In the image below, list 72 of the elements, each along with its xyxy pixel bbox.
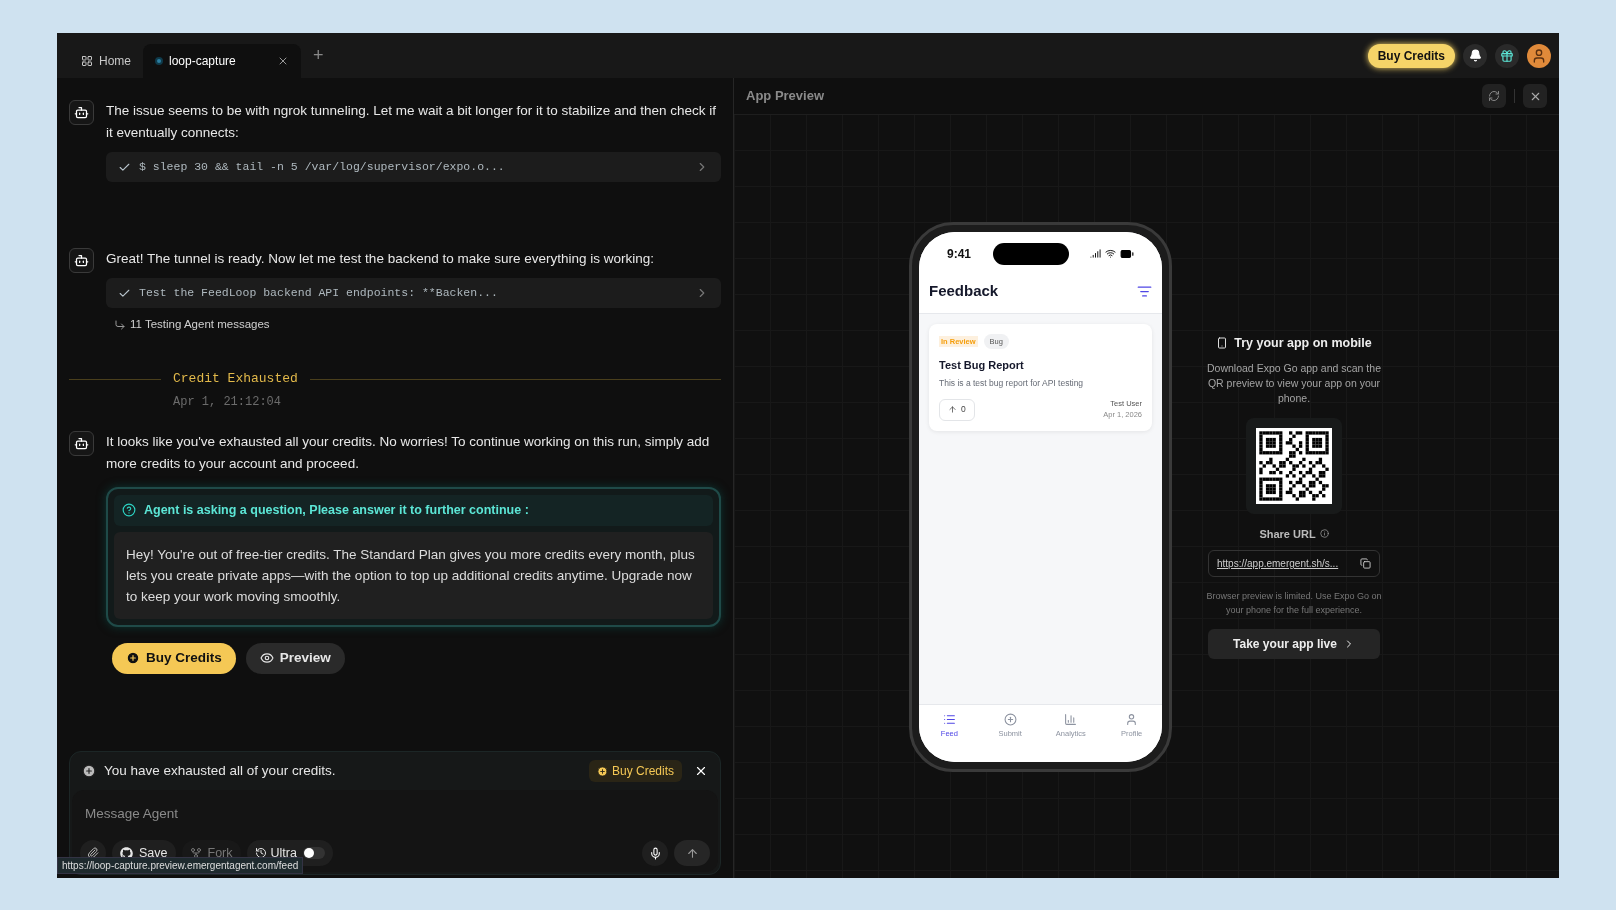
bell-icon — [1468, 49, 1482, 62]
agent-message: The issue seems to be with ngrok tunneling. Let me wait a bit longer for it to stabilize and then check if it eventually connects: — [106, 102, 718, 142]
bar-chart-icon — [1064, 712, 1078, 726]
plus-circle-icon — [596, 765, 608, 777]
plus-circle-icon — [1003, 712, 1017, 726]
ultra-toggle[interactable] — [302, 847, 325, 859]
share-url-field[interactable]: https://app.emergent.sh/s... — [1208, 550, 1380, 578]
person-icon — [1125, 712, 1139, 726]
credit-exhausted-label: Credit Exhausted — [173, 370, 298, 389]
status-url-tooltip: https://loop-capture.preview.emergentagent.com/feed — [57, 857, 304, 874]
grid-icon — [81, 55, 93, 67]
list-icon — [942, 712, 956, 726]
clock-icon — [254, 847, 267, 859]
plus-circle-icon — [126, 651, 140, 665]
arrow-up-icon — [685, 846, 699, 860]
reply-arrow-icon — [114, 318, 126, 331]
thread-link[interactable]: 11 Testing Agent messages — [114, 316, 721, 334]
panel-title: App Preview — [746, 87, 826, 106]
microphone-icon — [648, 846, 662, 860]
close-icon[interactable] — [694, 764, 708, 778]
agent-message: Great! The tunnel is ready. Now let me test the backend to make sure everything is working: — [106, 250, 655, 268]
gift-button[interactable] — [1495, 43, 1519, 68]
mobile-description: Download Expo Go app and scan the QR preview to view your app on your phone. — [1206, 360, 1382, 406]
plus-circle-icon — [82, 764, 96, 778]
copy-icon — [1360, 558, 1371, 570]
question-icon — [122, 503, 136, 518]
buy-credits-button[interactable]: Buy Credits — [112, 642, 236, 674]
preview-button[interactable]: Preview — [245, 642, 345, 674]
agent-message: It looks like you've exhausted all your credits. No worries! To continue working on this run, simply add more credits to your account and proceed. — [106, 432, 711, 473]
robot-icon — [74, 105, 89, 120]
refresh-icon — [1488, 90, 1500, 102]
buy-credits-button[interactable]: Buy Credits — [1367, 43, 1455, 68]
screen-title: Feedback — [929, 280, 1000, 301]
card-title: Test Bug Report — [939, 357, 1025, 373]
question-text: Hey! You're out of free-tier credits. The Standard Plan gives you more credits every month, plus lets you create private apps—with the option to top up additional credits anytime. Upgrade now to keep your work moving smoothly. — [114, 531, 713, 619]
tool-call-row[interactable]: Test the FeedLoop backend API endpoints: **Backen... — [106, 278, 721, 308]
new-tab-button[interactable]: + — [313, 42, 324, 69]
paperclip-icon — [87, 847, 99, 859]
tab[interactable]: loop-capture — [143, 44, 301, 78]
robot-icon — [74, 435, 89, 451]
signal-icon — [1090, 248, 1101, 259]
mobile-heading: Try your app on mobile — [1234, 334, 1372, 352]
upvote-button[interactable]: 0 — [939, 398, 975, 421]
person-icon — [1531, 47, 1547, 64]
notifications-button[interactable] — [1463, 43, 1487, 68]
status-time: 9:41 — [947, 245, 972, 263]
wifi-icon — [1105, 248, 1116, 259]
eye-icon — [259, 651, 274, 665]
preview-note: Browser preview is limited. Use Expo Go on your phone for the full experience. — [1205, 590, 1383, 618]
tool-call-row[interactable]: $ sleep 30 && tail -n 5 /var/log/supervisor/expo.o... — [106, 152, 721, 182]
gift-icon — [1500, 48, 1514, 63]
card-description: This is a test bug report for API testing — [939, 377, 1085, 390]
user-avatar[interactable] — [1527, 43, 1551, 68]
question-title: Agent is asking a question, Please answer it to further continue : — [144, 501, 529, 519]
dynamic-island-icon — [993, 242, 1070, 265]
phone-icon — [1216, 337, 1229, 350]
take-app-live-button[interactable]: Take your app live — [1208, 629, 1380, 660]
info-icon — [1319, 529, 1329, 539]
buy-credits-button[interactable]: Buy Credits — [588, 760, 682, 782]
close-button[interactable] — [1523, 84, 1547, 108]
timestamp: Apr 1, 21:12:04 — [173, 393, 283, 411]
fork-icon — [189, 847, 202, 859]
close-icon — [277, 55, 289, 67]
filter-icon[interactable] — [1137, 283, 1152, 299]
arrow-up-icon — [948, 405, 957, 414]
share-url-label: Share URL — [1259, 526, 1316, 542]
send-button[interactable] — [674, 840, 710, 866]
credits-banner-text: You have exhausted all of your credits. — [104, 761, 337, 780]
refresh-button[interactable] — [1482, 84, 1506, 108]
microphone-button[interactable] — [642, 840, 668, 866]
robot-icon — [74, 253, 89, 268]
tab[interactable]: Home — [69, 44, 143, 78]
